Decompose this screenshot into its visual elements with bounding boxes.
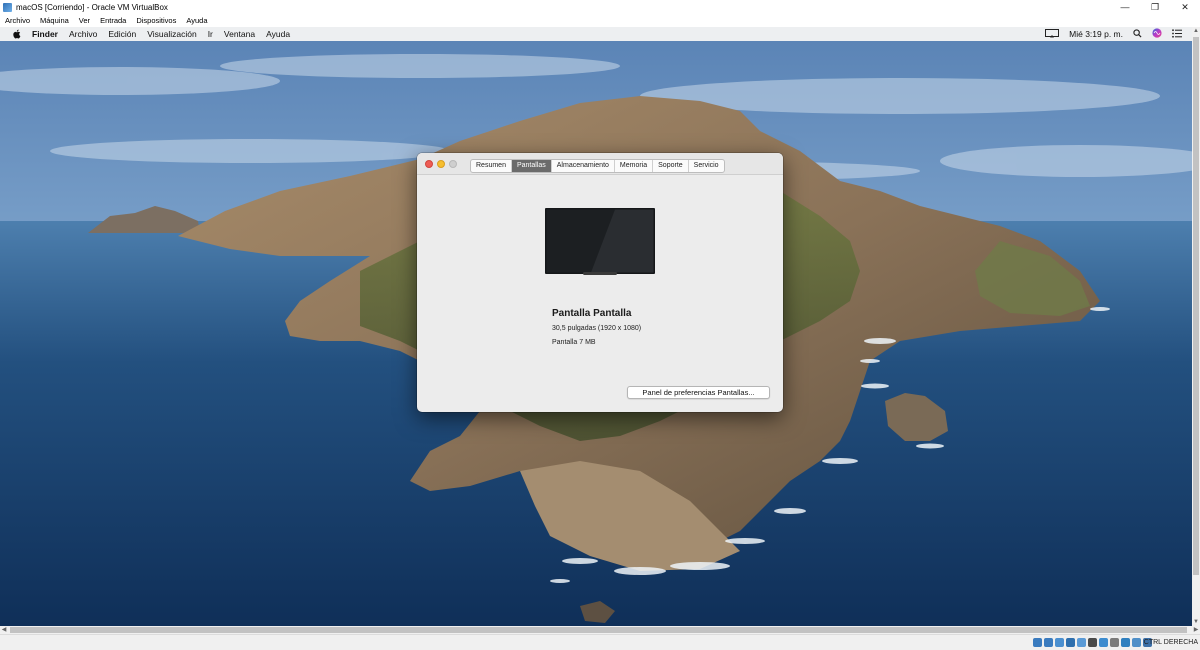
airplay-display-icon[interactable]	[1045, 28, 1060, 40]
optical-drive-icon[interactable]	[1044, 638, 1053, 647]
status-icons	[1031, 638, 1152, 647]
network-icon[interactable]	[1066, 638, 1075, 647]
display-memory: Pantalla 7 MB	[552, 339, 596, 346]
vbox-menu-maquina[interactable]: Máquina	[40, 16, 69, 25]
host-key-label: CTRL DERECHA	[1143, 639, 1198, 646]
cpu-icon[interactable]	[1121, 638, 1130, 647]
window-controls: — ❐ ✕	[1110, 0, 1200, 14]
guest-screen[interactable]: Finder Archivo Edición Visualización Ir …	[0, 27, 1192, 626]
window-titlebar: macOS [Corriendo] - Oracle VM VirtualBox…	[0, 0, 1200, 14]
usb-icon[interactable]	[1077, 638, 1086, 647]
display-icon[interactable]	[1099, 638, 1108, 647]
about-this-mac-window: Resumen Pantallas Almacenamiento Memoria…	[417, 153, 783, 412]
scroll-up-arrow-icon[interactable]: ▲	[1192, 27, 1200, 35]
window-minimize-button[interactable]	[437, 160, 445, 168]
mac-menu-ayuda[interactable]: Ayuda	[266, 29, 290, 39]
notification-center-icon[interactable]	[1172, 28, 1182, 40]
vertical-scrollbar[interactable]: ▲ ▼	[1192, 27, 1200, 626]
display-preferences-button[interactable]: Panel de preferencias Pantallas...	[627, 386, 770, 399]
window-zoom-button	[449, 160, 457, 168]
mac-menu-ventana[interactable]: Ventana	[224, 29, 255, 39]
vertical-scroll-thumb[interactable]	[1193, 37, 1199, 575]
menubar-extras: Mié 3:19 p. m.	[1045, 27, 1192, 41]
vbox-menubar: Archivo Máquina Ver Entrada Dispositivos…	[0, 14, 1200, 27]
tab-servicio[interactable]: Servicio	[689, 160, 724, 172]
horizontal-scrollbar[interactable]: ◀ ▶	[0, 626, 1200, 634]
display-name: Pantalla Pantalla	[552, 308, 632, 319]
vbox-statusbar: CTRL DERECHA	[0, 634, 1200, 650]
shared-folder-icon[interactable]	[1088, 638, 1097, 647]
vbox-menu-dispositivos[interactable]: Dispositivos	[136, 16, 176, 25]
mac-menu-edicion[interactable]: Edición	[108, 29, 136, 39]
vbox-menu-archivo[interactable]: Archivo	[5, 16, 30, 25]
recording-icon[interactable]	[1110, 638, 1119, 647]
mac-menu-visualizacion[interactable]: Visualización	[147, 29, 196, 39]
tab-resumen[interactable]: Resumen	[471, 160, 512, 172]
mac-menu-finder[interactable]: Finder	[32, 29, 58, 39]
hard-disk-icon[interactable]	[1033, 638, 1042, 647]
virtualbox-icon	[3, 2, 12, 12]
window-close-button[interactable]	[425, 160, 433, 168]
minimize-button[interactable]: —	[1110, 0, 1140, 14]
mouse-integration-icon[interactable]	[1132, 638, 1141, 647]
tab-almacenamiento[interactable]: Almacenamiento	[552, 160, 615, 172]
mac-menubar: Finder Archivo Edición Visualización Ir …	[0, 27, 1192, 41]
display-size: 30,5 pulgadas (1920 x 1080)	[552, 325, 642, 332]
tab-bar: Resumen Pantallas Almacenamiento Memoria…	[470, 159, 725, 173]
scroll-left-arrow-icon[interactable]: ◀	[0, 626, 8, 634]
tab-memoria[interactable]: Memoria	[615, 160, 654, 172]
apple-icon[interactable]	[12, 29, 22, 39]
dialog-titlebar: Resumen Pantallas Almacenamiento Memoria…	[417, 153, 783, 175]
vbox-menu-entrada[interactable]: Entrada	[100, 16, 126, 25]
audio-icon[interactable]	[1055, 638, 1064, 647]
scroll-down-arrow-icon[interactable]: ▼	[1192, 618, 1200, 626]
tab-pantallas[interactable]: Pantallas	[511, 160, 552, 172]
restore-button[interactable]: ❐	[1140, 0, 1170, 14]
horizontal-scroll-thumb[interactable]	[10, 627, 1187, 633]
vbox-menu-ver[interactable]: Ver	[79, 16, 90, 25]
menubar-clock[interactable]: Mié 3:19 p. m.	[1069, 29, 1123, 39]
scroll-right-arrow-icon[interactable]: ▶	[1192, 626, 1200, 634]
display-icon	[545, 208, 655, 275]
mac-menu-archivo[interactable]: Archivo	[69, 29, 97, 39]
siri-icon[interactable]	[1152, 28, 1162, 40]
spotlight-search-icon[interactable]	[1133, 28, 1142, 40]
close-button[interactable]: ✕	[1170, 0, 1200, 14]
window-title: macOS [Corriendo] - Oracle VM VirtualBox	[16, 2, 168, 12]
vbox-menu-ayuda[interactable]: Ayuda	[186, 16, 207, 25]
tab-soporte[interactable]: Soporte	[653, 160, 689, 172]
mac-menu-ir[interactable]: Ir	[208, 29, 213, 39]
